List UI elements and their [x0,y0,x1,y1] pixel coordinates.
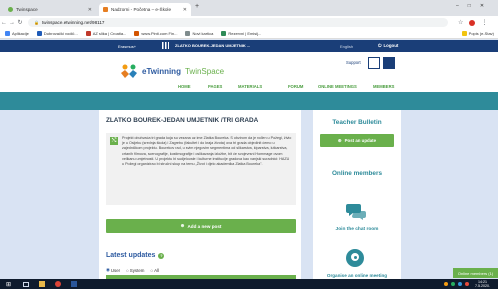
tray-icon[interactable] [451,282,455,286]
update-filter: ◉ User ○ System ○ All [106,267,159,273]
teal-banner [0,92,498,110]
support-link[interactable]: Support [346,60,361,65]
new-tab-button[interactable]: + [195,3,199,10]
bookmark-icon [85,31,91,36]
language-selector[interactable]: English [340,44,353,49]
radio-icon: ○ [150,267,154,273]
nav-members[interactable]: MEMBERS [373,84,394,89]
profile-avatar[interactable] [368,57,380,69]
filter-all[interactable]: ○ All [150,267,159,273]
join-chat-link[interactable]: Join the chat room [313,227,401,232]
tray-icon[interactable] [465,282,469,286]
online-members-heading: Online members [331,170,383,177]
bookmark-item[interactable]: Novi kartica [185,31,213,36]
favicon-icon [8,7,13,12]
tray-icons [444,282,469,286]
bookmark-item[interactable]: Aplikacije [5,31,29,36]
bookmark-icon [134,31,140,36]
bookmark-icon [221,31,227,36]
filter-user[interactable]: ◉ User [106,267,120,273]
browser-toolbar: ← → ↻ 🔒 twinspace.etwinning.net/98117 ☆ … [0,16,498,29]
browser-tab-nadzorni[interactable]: Nadzorni - Početna – e-Škole ✕ [99,3,191,16]
bookmark-item[interactable]: www.Pinti.com Fin... [134,31,177,36]
back-icon[interactable]: ← [0,20,8,26]
webcam-icon[interactable] [346,249,364,267]
url-text: twinspace.etwinning.net/98117 [41,20,105,25]
close-tab-icon[interactable]: ✕ [183,7,187,13]
radio-icon: ○ [126,267,129,273]
nav-online-meetings[interactable]: ONLINE MEETINGS [318,84,357,89]
bookmark-item[interactable]: Rezervni | Emisij... [221,31,261,36]
chat-bubbles-icon[interactable] [345,202,367,220]
close-window-button[interactable]: ✕ [480,3,484,9]
project-selector[interactable]: ZLATKO BOUREK-JEDAN UMJETNIK ... [175,43,250,48]
online-members-badge[interactable]: Online members (1) [453,268,498,278]
menu-icon[interactable]: ⋮ [481,19,487,26]
post-update-button[interactable]: ⊕ Post an update [320,134,394,147]
organise-meeting-link[interactable]: Organise an online meeting [313,273,401,278]
add-post-button[interactable]: ⊕ Add a new post [106,219,296,233]
bookmark-icon [5,31,10,36]
address-bar[interactable]: 🔒 twinspace.etwinning.net/98117 [28,18,448,27]
maximize-button[interactable]: □ [468,3,471,9]
nav-materials[interactable]: MATERIALS [238,84,262,89]
filter-system[interactable]: ○ System [126,267,144,273]
etwinning-logo[interactable]: eTwinning TwinSpace [120,57,230,85]
word-icon[interactable] [71,281,78,287]
close-tab-icon[interactable]: ✕ [88,7,92,13]
reload-icon[interactable]: ↻ [16,19,24,26]
radio-selected-icon: ◉ [106,267,110,272]
window-controls: – □ ✕ [456,3,484,9]
start-icon[interactable]: ⊞ [6,281,11,288]
browser-tab-twinspace[interactable]: Twinspace ✕ [4,3,96,16]
bookmark-icon [461,31,467,36]
logout-link[interactable]: ⏻ Logout [378,43,398,48]
erasmus-label: Erasmus+ [118,44,137,49]
star-icon[interactable]: ☆ [458,19,463,26]
latest-updates-heading: Latest updates ? [106,252,165,259]
notifications-icon[interactable] [383,57,395,69]
power-icon: ⏻ [378,43,382,48]
tab-title: Twinspace [16,7,38,12]
nav-forum[interactable]: FORUM [288,84,303,89]
profile-avatar[interactable] [469,19,476,26]
bookmark-item[interactable]: Dubrovački vodič... [36,31,78,36]
nav-home[interactable]: HOME [178,84,191,89]
windows-taskbar: ⊞ 14:21 7.5.2020. [0,279,498,289]
page-title: ZLATKO BOUREK-JEDAN UMJETNIK /TRI GRADA [106,117,259,124]
teacher-bulletin-heading: Teacher Bulletin [332,119,382,126]
project-icon: ⤭ [110,137,118,145]
etwinning-figures-icon [121,64,137,78]
task-view-icon[interactable] [23,281,30,287]
bookmark-icon [36,31,42,36]
favicon-icon [103,7,108,12]
project-description: Projekt obuhvaća tri grada koja su vezan… [122,136,292,167]
file-explorer-icon[interactable] [39,281,46,287]
clock[interactable]: 14:21 7.5.2020. [475,280,490,288]
plus-circle-icon: ⊕ [180,223,185,228]
chrome-icon[interactable] [55,281,62,287]
nav-pages[interactable]: PAGES [208,84,222,89]
forward-icon[interactable]: → [8,20,16,26]
minimize-button[interactable]: – [456,3,459,9]
lock-icon: 🔒 [34,20,39,25]
bookmark-item[interactable]: Popis (e-Stav) [461,31,494,36]
tray-icon[interactable] [458,282,462,286]
info-icon[interactable]: ? [158,252,165,259]
bookmark-icon [185,31,191,36]
bookmark-item[interactable]: AZ slika | Croatia... [85,31,126,36]
plus-circle-icon: ⊕ [337,137,342,143]
tray-icon[interactable] [444,282,448,286]
apps-grid-icon[interactable] [162,42,169,49]
bookmarks-bar: Aplikacije Dubrovački vodič... AZ slika … [0,29,498,39]
tab-title: Nadzorni - Početna – e-Škole [111,7,172,12]
